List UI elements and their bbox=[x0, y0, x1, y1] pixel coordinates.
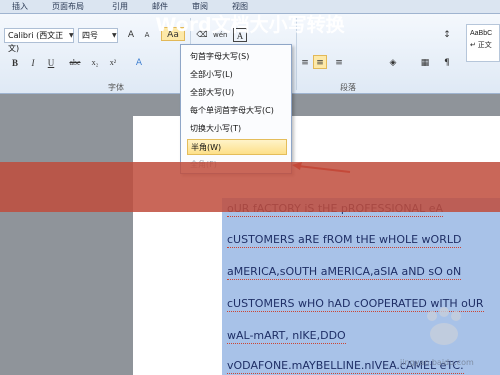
doc-line[interactable]: wAL-mART, nIKE,DDO bbox=[227, 329, 346, 344]
strikethrough-button[interactable]: abe bbox=[66, 56, 84, 70]
shading-icon[interactable]: ◈ bbox=[386, 56, 400, 70]
align-right-icon[interactable]: ≡ bbox=[332, 56, 346, 70]
superscript-button[interactable]: x² bbox=[106, 56, 120, 70]
show-marks-icon[interactable]: ¶ bbox=[440, 56, 454, 70]
menu-item-capitalize-each-word[interactable]: 每个单词首字母大写(C) bbox=[187, 103, 287, 119]
menu-item-half-width[interactable]: 半角(W) bbox=[187, 139, 287, 155]
font-group-label: 字体 bbox=[108, 83, 124, 92]
justify-icon[interactable]: ≡ bbox=[313, 55, 327, 69]
bold-button[interactable]: B bbox=[8, 56, 22, 70]
italic-button[interactable]: I bbox=[26, 56, 40, 70]
menu-item-toggle-case[interactable]: 切换大小写(T) bbox=[187, 121, 287, 137]
underline-button[interactable]: U bbox=[44, 56, 58, 70]
title-banner bbox=[0, 162, 500, 212]
menu-item-lowercase[interactable]: 全部小写(L) bbox=[187, 67, 287, 83]
doc-line[interactable]: cUSTOMERS aRE fROM tHE wHOLE wORLD bbox=[227, 233, 462, 248]
watermark-url: jingyan.baidu.com bbox=[400, 358, 474, 367]
text-effects-icon[interactable]: A bbox=[132, 56, 146, 70]
baidu-jingyan-logo bbox=[427, 307, 461, 345]
banner-title: Word文档大小写转换 bbox=[155, 14, 345, 36]
doc-line[interactable]: aMERICA,sOUTH aMERICA,aSIA aND sO oN bbox=[227, 265, 462, 280]
paragraph-group-label: 段落 bbox=[340, 83, 356, 92]
menu-item-sentence-case[interactable]: 句首字母大写(S) bbox=[187, 49, 287, 65]
subscript-button[interactable]: x₂ bbox=[88, 56, 102, 70]
change-case-menu: 句首字母大写(S) 全部小写(L) 全部大写(U) 每个单词首字母大写(C) 切… bbox=[180, 44, 292, 174]
align-left-icon[interactable]: ≡ bbox=[298, 56, 312, 70]
borders-icon[interactable]: ▦ bbox=[418, 56, 432, 70]
menu-item-uppercase[interactable]: 全部大写(U) bbox=[187, 85, 287, 101]
